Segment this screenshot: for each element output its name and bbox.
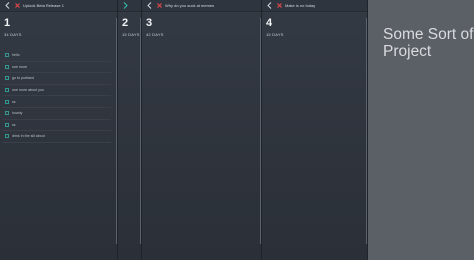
task-icon [5,76,9,81]
sprint-board: Uplook Beta Release 1 1 34 DAYS hello on… [0,0,474,260]
task-item[interactable]: howdy [3,108,111,120]
task-label: drink in the sill about [12,134,45,139]
task-icon [5,53,9,58]
task-item[interactable]: ss [3,96,111,108]
task-label: hello [12,53,20,58]
column-title[interactable]: Why do you suck at memes [165,3,214,8]
sprint-number: 1 [4,17,11,29]
chevron-left-icon[interactable] [146,2,153,10]
column-title[interactable]: Make is no today [285,3,315,8]
sprint-column-3: Why do you suck at memes 3 42 DAYS [142,0,262,260]
sprint-days: 15 DAYS [266,32,284,37]
sprint-number: 2 [122,17,129,29]
project-panel: Some Sort of Project [368,0,474,260]
column-header [118,0,141,12]
close-x-icon[interactable] [156,3,162,9]
task-icon [5,123,9,127]
column-divider [260,18,261,244]
column-divider [366,18,367,244]
task-item[interactable]: go to portland [3,73,111,85]
task-label: go to portland [12,76,34,81]
task-item[interactable]: drink in the sill about [3,131,111,143]
task-icon [5,99,9,104]
task-label: ss [12,122,16,127]
task-item[interactable]: one more about you [3,85,111,97]
sprint-number: 3 [146,17,153,29]
column-header: Why do you suck at memes [142,0,261,12]
task-label: howdy [12,111,23,116]
sprint-days: 34 DAYS [4,32,22,37]
sprint-days: 42 DAYS [146,32,164,37]
task-label: one more about you [12,88,44,93]
task-label: ss [12,99,16,104]
task-label: one more [12,64,28,69]
column-divider [116,18,117,244]
task-item[interactable]: ss [3,120,111,132]
sprint-column-2: 2 15 DAYS [118,0,142,260]
task-item[interactable]: hello [3,50,111,62]
close-x-icon[interactable] [276,3,282,9]
chevron-left-icon[interactable] [266,2,273,10]
sprint-column-4: Make is no today 4 15 DAYS [262,0,368,260]
column-header: Uplook Beta Release 1 [0,0,117,12]
task-icon [5,111,9,116]
chevron-right-icon[interactable] [122,2,129,10]
task-item[interactable]: one more [3,62,111,74]
task-icon [5,88,9,92]
close-x-icon[interactable] [14,3,20,9]
task-icon [5,134,9,139]
column-header: Make is no today [262,0,367,12]
task-list: hello one more go to portland one more a… [0,50,117,143]
column-title[interactable]: Uplook Beta Release 1 [23,3,64,8]
sprint-days: 15 DAYS [122,32,140,37]
project-title: Some Sort of Project [383,26,474,60]
column-divider [140,18,141,244]
chevron-left-icon[interactable] [4,2,11,10]
sprint-number: 4 [266,17,273,29]
sprint-column-1: Uplook Beta Release 1 1 34 DAYS hello on… [0,0,118,260]
task-icon [5,65,9,69]
